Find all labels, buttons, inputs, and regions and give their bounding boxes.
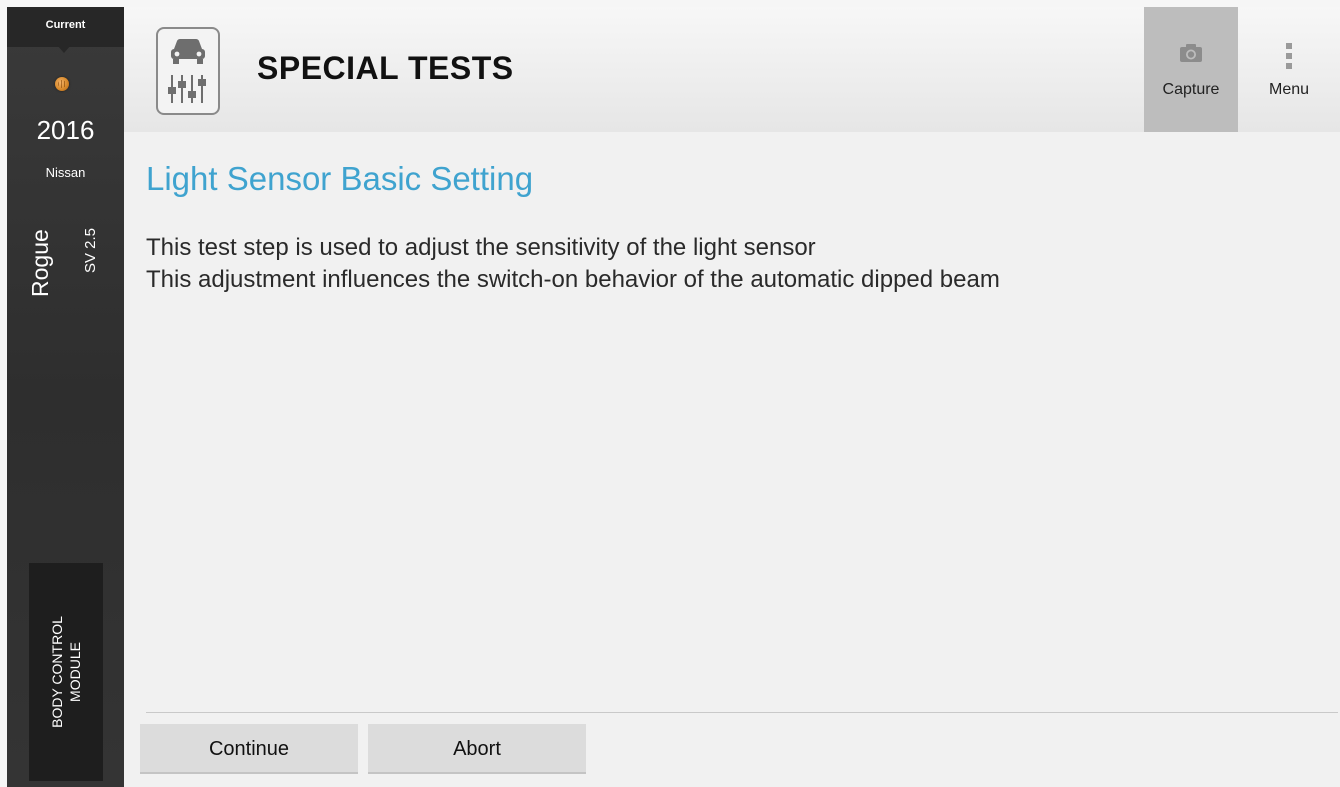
module-selector[interactable]: BODY CONTROL MODULE xyxy=(29,563,103,781)
vehicle-year: 2016 xyxy=(36,115,95,145)
test-title: Light Sensor Basic Setting xyxy=(146,160,534,197)
car-settings-icon xyxy=(156,27,220,115)
continue-button[interactable]: Continue xyxy=(140,724,358,774)
page-title: SPECIAL TESTS xyxy=(257,50,514,86)
app-window: Current 2016 Nissan Rogue SV 2.5 BODY CO… xyxy=(0,0,1340,787)
description-line: This test step is used to adjust the sen… xyxy=(146,234,816,261)
footer-divider xyxy=(146,712,1338,713)
vehicle-sidebar: Current 2016 Nissan Rogue SV 2.5 BODY CO… xyxy=(7,7,124,787)
vehicle-trim: SV 2.5 xyxy=(82,227,99,273)
menu-button[interactable]: Menu xyxy=(1238,7,1340,132)
current-arrow-icon xyxy=(57,45,71,53)
vehicle-make: Nissan xyxy=(45,165,86,180)
current-tab[interactable]: Current xyxy=(7,7,124,47)
module-label: BODY CONTROL MODULE xyxy=(49,616,83,728)
main-content: Light Sensor Basic Setting This test ste… xyxy=(124,132,1340,787)
vehicle-model: Rogue xyxy=(27,229,53,297)
header-bar: SPECIAL TESTS Capture Menu xyxy=(124,7,1340,132)
capture-button[interactable]: Capture xyxy=(1144,7,1238,132)
menu-label: Menu xyxy=(1268,81,1310,98)
capture-label: Capture xyxy=(1162,81,1220,98)
obd-connector-icon xyxy=(55,77,69,91)
current-label: Current xyxy=(45,19,86,31)
abort-button[interactable]: Abort xyxy=(368,724,586,774)
vertical-dots-icon xyxy=(1284,43,1294,76)
camera-icon xyxy=(1179,43,1203,68)
description-line: This adjustment influences the switch-on… xyxy=(146,266,1000,293)
